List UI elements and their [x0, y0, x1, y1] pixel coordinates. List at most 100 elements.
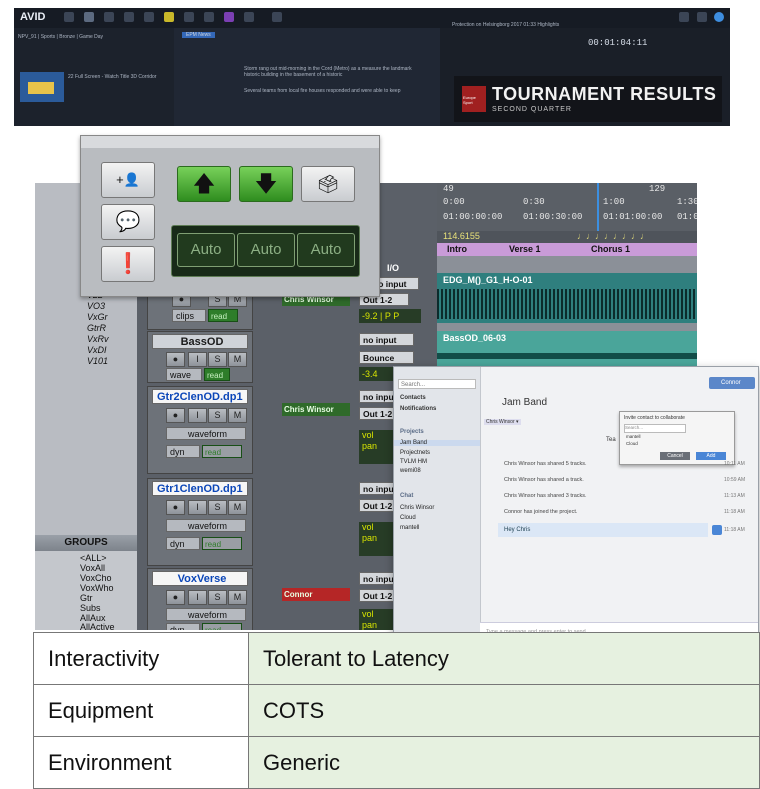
track-name[interactable]: BassOD	[152, 334, 248, 349]
view-selector[interactable]: wave	[166, 368, 202, 381]
user-button[interactable]: Connor	[709, 377, 755, 389]
group-item[interactable]: <ALL>	[80, 553, 107, 563]
user-avatar-icon[interactable]	[714, 12, 724, 22]
queue-icon[interactable]	[184, 12, 194, 22]
tools-icon[interactable]	[204, 12, 214, 22]
clip-thumbnail[interactable]	[20, 72, 64, 102]
timeline-icon[interactable]	[124, 12, 134, 22]
group-item[interactable]: VoxAll	[80, 563, 105, 573]
track-item[interactable]: VO3	[87, 301, 105, 311]
track-item[interactable]: VxGr	[87, 312, 108, 322]
dyn-selector[interactable]: dyn	[166, 623, 200, 630]
view-selector[interactable]: waveform	[166, 608, 246, 621]
invite-item[interactable]: mantell	[626, 434, 641, 439]
solo-button[interactable]: S	[208, 500, 227, 515]
chat-user[interactable]: Cloud	[400, 515, 416, 521]
alert-button[interactable]: ❗	[101, 246, 155, 282]
invite-item[interactable]: Cloud	[626, 441, 638, 446]
project-item[interactable]: Projectnets	[400, 450, 430, 456]
group-item[interactable]: VoxCho	[80, 573, 112, 583]
record-button[interactable]: ●	[166, 590, 185, 605]
view-selector[interactable]: waveform	[166, 519, 246, 532]
track-item[interactable]: VxRv	[87, 334, 109, 344]
contacts-link[interactable]: Contacts	[400, 395, 426, 401]
auto-button[interactable]: Auto	[237, 233, 295, 267]
automation-mode[interactable]: read	[202, 445, 242, 458]
project-item[interactable]: Jam Band	[394, 440, 480, 446]
chat-user[interactable]: mantell	[400, 525, 419, 531]
output-selector[interactable]: Bounce	[359, 351, 414, 364]
input-monitor-button[interactable]: I	[188, 408, 207, 423]
marker-chorus[interactable]: Chorus 1	[591, 243, 630, 256]
dyn-selector[interactable]: dyn	[166, 537, 200, 550]
comment-button[interactable]: 💬	[101, 204, 155, 240]
tab-media[interactable]: EPM News	[182, 32, 215, 38]
home-icon[interactable]	[64, 12, 74, 22]
invite-search[interactable]: Search...	[624, 424, 686, 433]
dyn-selector[interactable]: dyn	[166, 445, 200, 458]
groups-header[interactable]: GROUPS	[35, 535, 137, 551]
project-item[interactable]: TVLM HM	[400, 459, 427, 465]
notifications-link[interactable]: Notifications	[400, 406, 436, 412]
automation-mode[interactable]: read	[202, 623, 242, 630]
view-selector[interactable]: clips	[172, 309, 206, 322]
track-item[interactable]: GtrR	[87, 323, 106, 333]
media-icon[interactable]	[84, 12, 94, 22]
group-item[interactable]: AllActive	[80, 622, 115, 630]
solo-button[interactable]: S	[208, 590, 227, 605]
audio-clip[interactable]: BassOD_06-03	[437, 331, 697, 371]
group-item[interactable]: Subs	[80, 603, 101, 613]
record-button[interactable]: ●	[166, 408, 185, 423]
mute-button[interactable]: M	[228, 500, 247, 515]
automation-mode[interactable]: read	[208, 309, 238, 322]
solo-button[interactable]: S	[208, 352, 227, 367]
track-name[interactable]: Gtr1ClenOD.dp1	[152, 481, 248, 496]
layout-icon[interactable]	[697, 12, 707, 22]
auto-button[interactable]: Auto	[177, 233, 235, 267]
record-button[interactable]: ●	[166, 352, 185, 367]
graphics-icon[interactable]	[224, 12, 234, 22]
audio-clip[interactable]: EDG_M()_G1_H-O-01	[437, 273, 697, 323]
automation-mode[interactable]: read	[202, 537, 242, 550]
marker-verse[interactable]: Verse 1	[509, 243, 541, 256]
timeline-ruler[interactable]: 49 129 0:00 0:30 1:00 1:30 01:00:00:00 0…	[437, 183, 697, 231]
inbox-button[interactable]: 🗳	[301, 166, 355, 202]
chat-user[interactable]: Chris Winsor	[400, 505, 434, 511]
add-button[interactable]: Add	[696, 452, 726, 460]
window-icon[interactable]	[679, 12, 689, 22]
track-item[interactable]: V101	[87, 356, 108, 366]
panel-titlebar[interactable]	[81, 136, 379, 148]
tempo-ruler[interactable]: 114.6155 ♩♩♩♩♩♩♩♩	[437, 231, 697, 243]
input-monitor-button[interactable]: I	[188, 352, 207, 367]
add-user-button[interactable]: +👤	[101, 162, 155, 198]
upload-button[interactable]: 🡅	[177, 166, 231, 202]
marker-intro[interactable]: Intro	[447, 243, 467, 256]
cancel-button[interactable]: Cancel	[660, 452, 690, 460]
track-name[interactable]: VoxVerse	[152, 571, 248, 586]
input-monitor-button[interactable]: I	[188, 500, 207, 515]
track-item[interactable]: VxDI	[87, 345, 107, 355]
marker-ruler[interactable]	[437, 243, 697, 256]
group-item[interactable]: VoxWho	[80, 583, 114, 593]
search-icon[interactable]	[104, 12, 114, 22]
auto-button[interactable]: Auto	[297, 233, 355, 267]
input-monitor-button[interactable]: I	[188, 590, 207, 605]
solo-button[interactable]: S	[208, 408, 227, 423]
project-item[interactable]: wemi08	[400, 468, 421, 474]
view-selector[interactable]: waveform	[166, 427, 246, 440]
mute-button[interactable]: M	[228, 590, 247, 605]
story-icon[interactable]	[164, 12, 174, 22]
playhead[interactable]	[597, 183, 599, 231]
automation-mode[interactable]: read	[204, 368, 230, 381]
chat-icon[interactable]	[244, 12, 254, 22]
breadcrumb[interactable]: NPV_91 | Sports | Bronze | Game Day	[18, 34, 103, 40]
group-item[interactable]: Gtr	[80, 593, 93, 603]
track-name[interactable]: Gtr2ClenOD.dp1	[152, 389, 248, 404]
script-icon[interactable]	[144, 12, 154, 22]
mute-button[interactable]: M	[228, 352, 247, 367]
record-button[interactable]: ●	[166, 500, 185, 515]
input-selector[interactable]: no input	[359, 333, 414, 346]
filter-dropdown[interactable]: Chris Winsor ▾	[484, 419, 521, 425]
mute-button[interactable]: M	[228, 408, 247, 423]
download-button[interactable]: 🡇	[239, 166, 293, 202]
